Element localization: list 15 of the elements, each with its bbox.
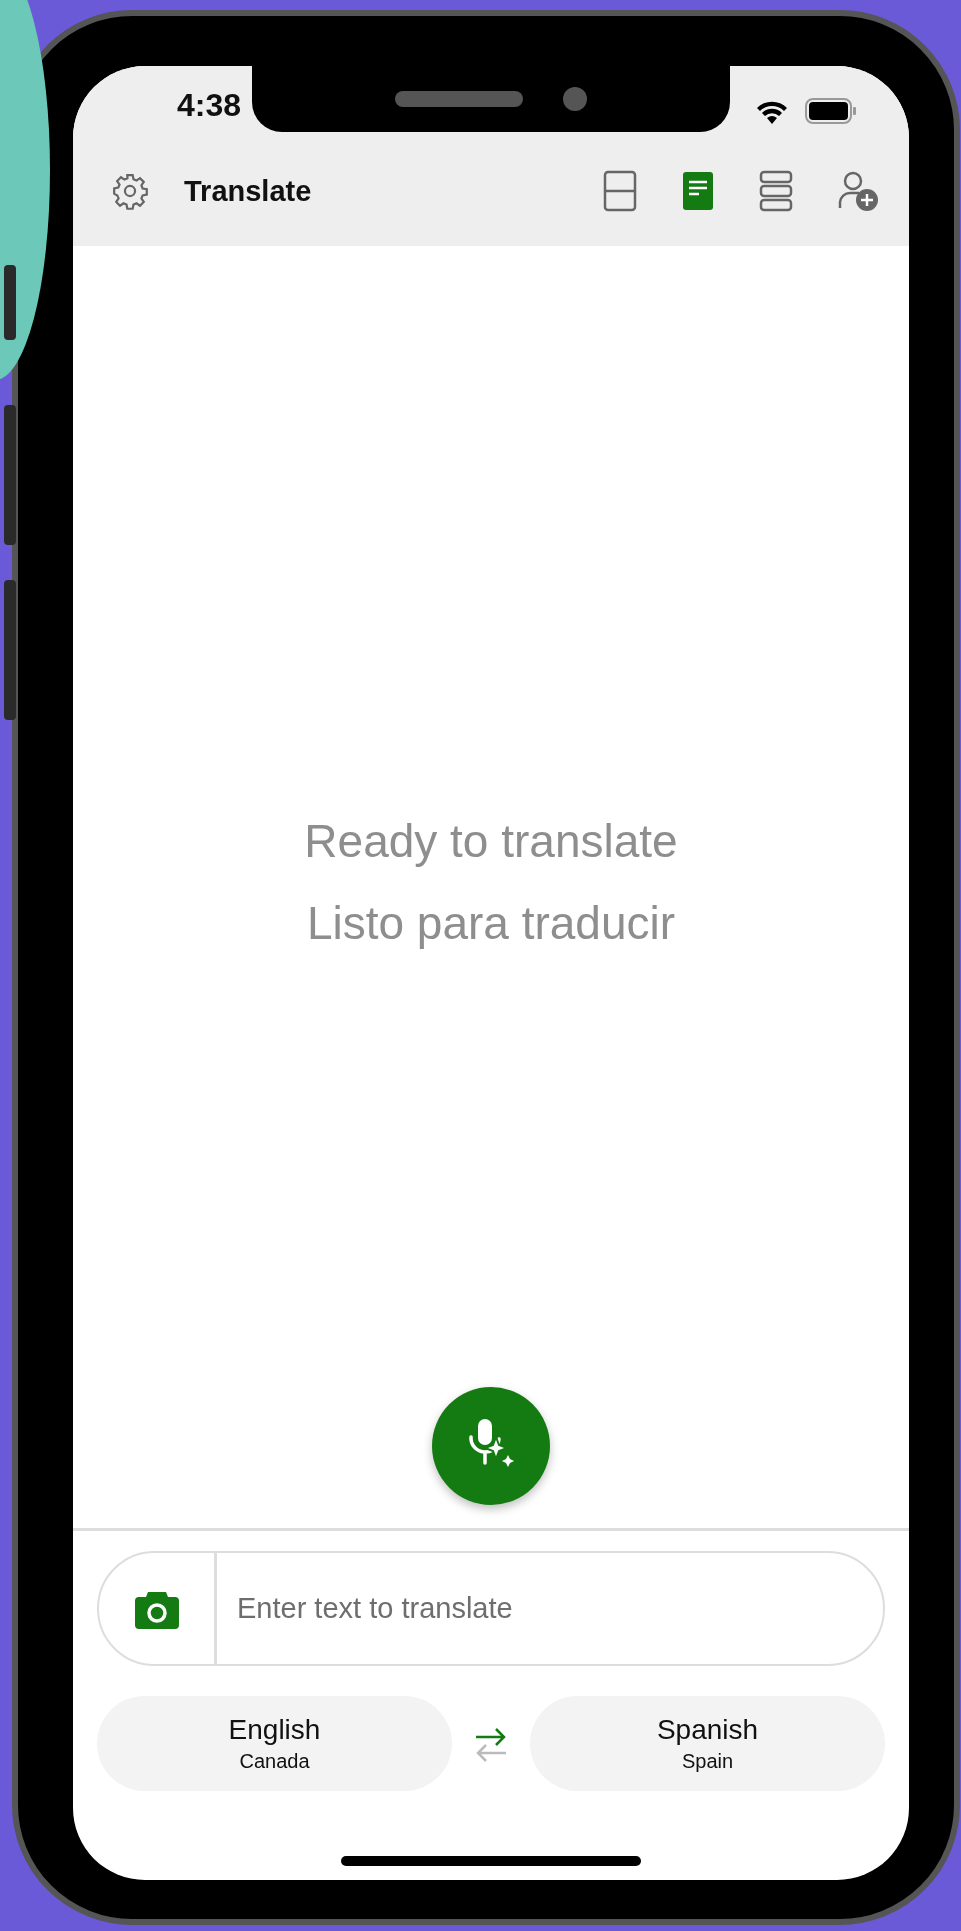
add-person-icon [837, 170, 879, 212]
stacked-rows-icon [757, 169, 795, 213]
language-button[interactable]: Spanish Spain [530, 1696, 885, 1791]
voice-translate-button[interactable] [432, 1387, 550, 1505]
settings-button[interactable] [111, 172, 149, 210]
text-input-field[interactable]: Enter text to translate [217, 1592, 883, 1625]
app-title: Translate [184, 174, 312, 208]
empty-state-text: Ready to translate [304, 813, 678, 869]
split-view-icon [601, 169, 639, 213]
empty-state-text: Listo para traducir [306, 895, 676, 951]
add-person-button[interactable] [837, 170, 879, 212]
language-button[interactable]: English Canada [97, 1696, 452, 1791]
status-time: 4:38 [177, 87, 242, 124]
settings-icon [111, 172, 149, 210]
battery-icon [805, 98, 857, 124]
